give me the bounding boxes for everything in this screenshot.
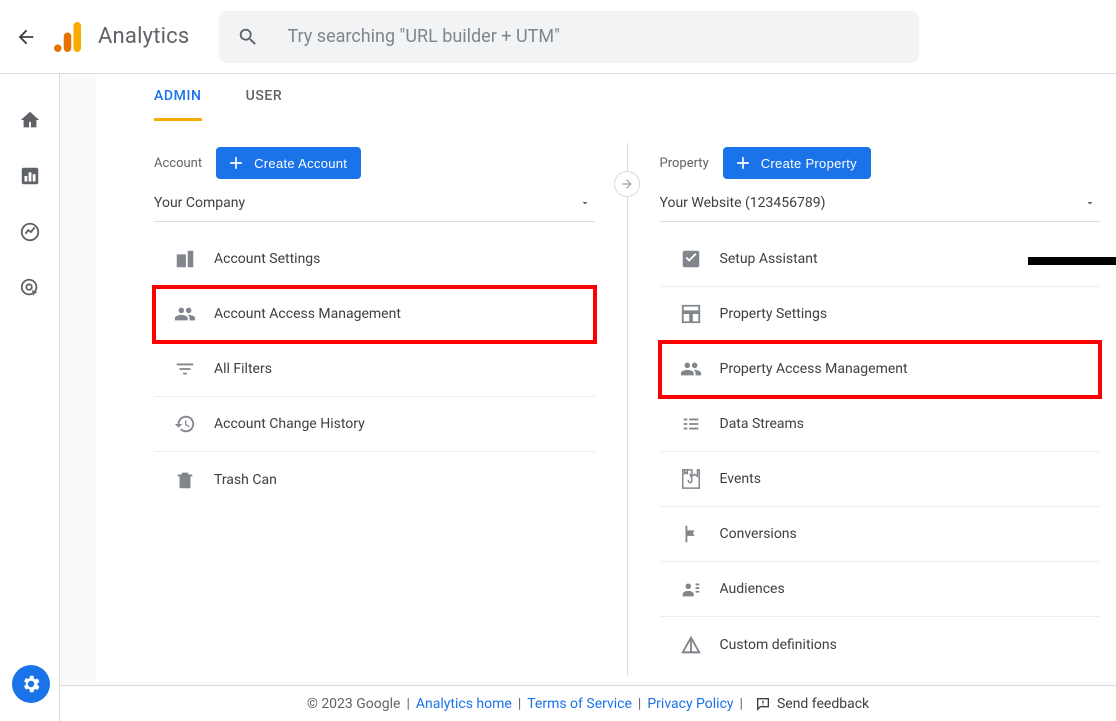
trash-can-item[interactable]: Trash Can — [154, 452, 595, 507]
copyright: © 2023 Google — [307, 696, 401, 712]
conversions-item[interactable]: Conversions — [660, 507, 1101, 562]
account-header: Account Create Account — [154, 147, 595, 179]
checklist-icon — [678, 246, 704, 272]
arrow-left-icon — [15, 26, 37, 48]
plus-icon — [226, 153, 246, 173]
tab-user[interactable]: USER — [246, 74, 283, 121]
filter-icon — [172, 356, 198, 382]
arrow-right-circle-icon — [620, 177, 634, 191]
account-selector[interactable]: Your Company — [154, 187, 595, 222]
plus-icon — [733, 153, 753, 173]
tab-admin[interactable]: ADMIN — [154, 74, 202, 121]
feedback-icon — [755, 696, 771, 712]
account-settings-item[interactable]: Account Settings — [154, 232, 595, 287]
property-header: Property Create Property — [660, 147, 1101, 179]
nav-reports[interactable] — [0, 148, 60, 204]
back-arrow-button[interactable] — [6, 17, 46, 57]
audiences-item[interactable]: Audiences — [660, 562, 1101, 617]
account-label: Account — [154, 156, 202, 171]
nav-advertising[interactable] — [0, 260, 60, 316]
admin-columns: Account Create Account Your Company Acco… — [96, 121, 1116, 682]
audience-icon — [678, 576, 704, 602]
property-access-management-item[interactable]: Property Access Management — [660, 342, 1101, 397]
home-icon — [19, 109, 41, 131]
analytics-logo-icon — [54, 20, 84, 54]
account-access-management-item[interactable]: Account Access Management — [154, 287, 595, 342]
all-filters-item[interactable]: All Filters — [154, 342, 595, 397]
caret-down-icon — [1084, 197, 1096, 209]
people-icon — [678, 356, 704, 382]
triangle-icon — [678, 632, 704, 658]
content-area: ADMIN USER Account Create Account Your C… — [60, 74, 1116, 685]
caret-down-icon — [579, 197, 591, 209]
redaction-bar — [1028, 257, 1116, 265]
events-item[interactable]: Events — [660, 452, 1101, 507]
column-divider — [627, 143, 628, 676]
property-settings-item[interactable]: Property Settings — [660, 287, 1101, 342]
gear-icon — [20, 673, 42, 695]
property-selected: Your Website (123456789) — [660, 195, 826, 211]
search-input[interactable]: Try searching "URL builder + UTM" — [219, 11, 919, 63]
account-selected: Your Company — [154, 195, 245, 211]
move-property-button[interactable] — [614, 171, 640, 197]
create-account-button[interactable]: Create Account — [216, 147, 361, 179]
trash-icon — [172, 467, 198, 493]
account-change-history-item[interactable]: Account Change History — [154, 397, 595, 452]
header: Analytics Try searching "URL builder + U… — [0, 0, 1116, 74]
search-icon — [237, 26, 259, 48]
custom-definitions-item[interactable]: Custom definitions — [660, 617, 1101, 672]
logo-wrap: Analytics — [54, 20, 189, 54]
history-icon — [172, 411, 198, 437]
privacy-link[interactable]: Privacy Policy — [647, 696, 733, 712]
analytics-home-link[interactable]: Analytics home — [416, 696, 512, 712]
tab-row: ADMIN USER — [96, 74, 1116, 121]
trend-circle-icon — [19, 221, 41, 243]
bar-chart-icon — [19, 165, 41, 187]
footer: © 2023 Google | Analytics home | Terms o… — [60, 685, 1116, 721]
left-nav — [0, 74, 60, 721]
nav-explore[interactable] — [0, 204, 60, 260]
target-click-icon — [19, 277, 41, 299]
brand-title: Analytics — [98, 24, 189, 49]
admin-settings-button[interactable] — [12, 665, 50, 703]
people-icon — [172, 301, 198, 327]
property-selector[interactable]: Your Website (123456789) — [660, 187, 1101, 222]
events-icon — [678, 466, 704, 492]
building-icon — [172, 246, 198, 272]
layout-icon — [678, 301, 704, 327]
create-property-button[interactable]: Create Property — [723, 147, 871, 179]
nav-home[interactable] — [0, 92, 60, 148]
terms-link[interactable]: Terms of Service — [527, 696, 632, 712]
property-column: Property Create Property Your Website (1… — [628, 147, 1116, 672]
data-streams-item[interactable]: Data Streams — [660, 397, 1101, 452]
stream-icon — [678, 411, 704, 437]
search-placeholder: Try searching "URL builder + UTM" — [287, 26, 559, 47]
flag-icon — [678, 521, 704, 547]
property-label: Property — [660, 156, 709, 171]
account-column: Account Create Account Your Company Acco… — [96, 147, 627, 672]
send-feedback-button[interactable]: Send feedback — [755, 696, 869, 712]
